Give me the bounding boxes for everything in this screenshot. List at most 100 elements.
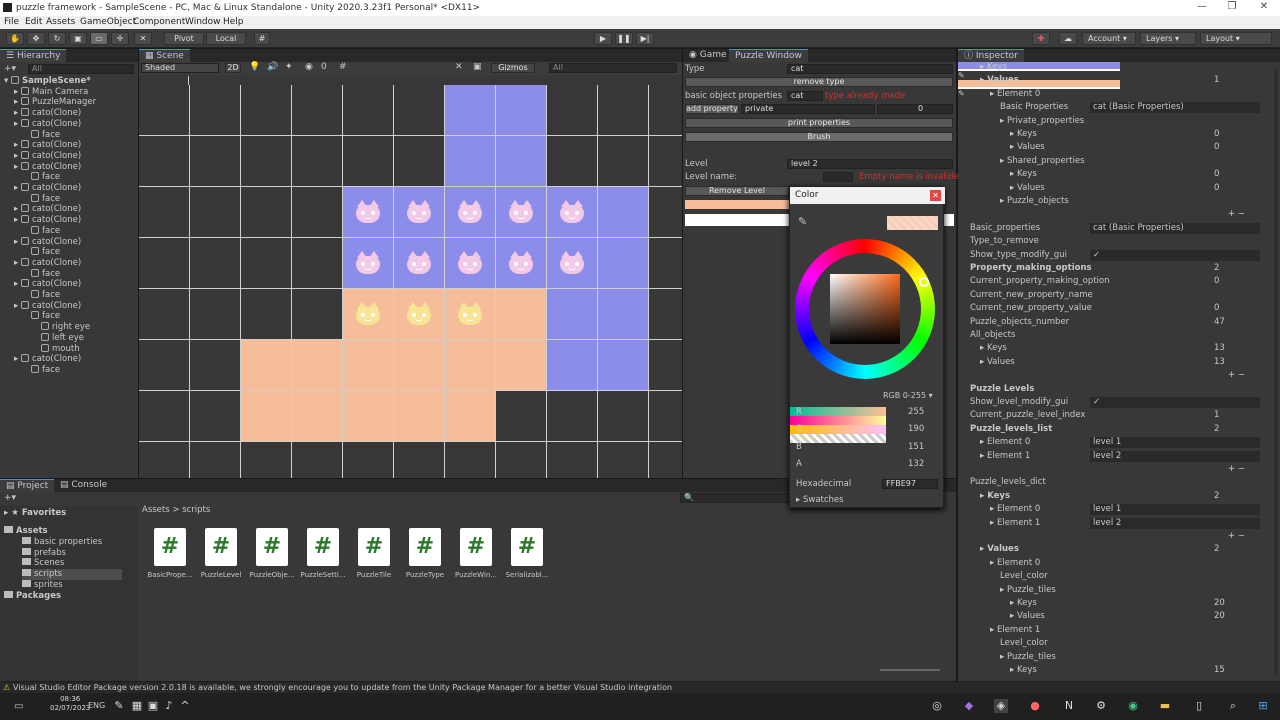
list-add-remove-buttons[interactable]: + −: [1228, 209, 1245, 220]
grid-tile[interactable]: [292, 442, 343, 478]
grid-tile[interactable]: [190, 136, 241, 187]
inspector-field-value[interactable]: 2: [1214, 424, 1219, 435]
grid-tile[interactable]: [445, 340, 496, 391]
foldout-arrow-icon[interactable]: ▸: [1000, 652, 1007, 662]
channel-slider[interactable]: [790, 407, 886, 416]
grid-tile[interactable]: [598, 391, 649, 442]
swatches-foldout[interactable]: ▸ Swatches: [796, 495, 844, 506]
expand-arrow-icon[interactable]: ▸: [14, 108, 21, 119]
maximize-icon[interactable]: ❐: [1218, 1, 1246, 15]
cat-sprite[interactable]: [356, 302, 380, 325]
inspector-field-value[interactable]: cat (Basic Properties): [1090, 102, 1260, 114]
expand-arrow-icon[interactable]: ▸: [14, 97, 21, 108]
hierarchy-item[interactable]: ▸ cato(Clone): [14, 279, 81, 290]
grid-tile[interactable]: [496, 391, 547, 442]
hierarchy-item[interactable]: ▸ PuzzleManager: [14, 97, 96, 108]
grid-tile[interactable]: [598, 340, 649, 391]
foldout-arrow-icon[interactable]: ▸: [990, 89, 997, 99]
layers-dropdown[interactable]: Layers ▾: [1140, 32, 1196, 45]
foldout-arrow-icon[interactable]: ▸: [1000, 116, 1007, 126]
collab-icon[interactable]: ✚: [1032, 32, 1050, 45]
inspector-field-value[interactable]: 1: [1214, 410, 1219, 421]
hierarchy-item[interactable]: ▾ SampleScene*: [4, 76, 91, 87]
grid-tile[interactable]: [139, 340, 190, 391]
grid-tile[interactable]: [394, 391, 445, 442]
hierarchy-item[interactable]: face: [24, 247, 60, 258]
color-picker-close-icon[interactable]: ✕: [930, 190, 941, 201]
scene-viewport[interactable]: [139, 76, 682, 478]
hierarchy-item[interactable]: mouth: [34, 343, 80, 355]
grid-tile[interactable]: [343, 340, 394, 391]
grid-tile[interactable]: [241, 391, 292, 442]
shading-mode-dropdown[interactable]: Shaded: [141, 63, 219, 73]
transform-tool-icon[interactable]: ✛: [111, 32, 129, 45]
grid-tile[interactable]: [445, 391, 496, 442]
script-asset[interactable]: # PuzzleSetti...: [300, 528, 346, 579]
grid-tile[interactable]: [547, 289, 598, 340]
cat-sprite[interactable]: [458, 251, 482, 274]
close-icon[interactable]: ✕: [1250, 1, 1278, 15]
basic-props-field[interactable]: cat: [787, 91, 823, 101]
local-toggle[interactable]: Local: [206, 32, 246, 45]
inspector-field-value[interactable]: 0: [1214, 183, 1219, 194]
audio-icon[interactable]: 🔊: [267, 62, 278, 72]
status-message[interactable]: Visual Studio Editor Package version 2.0…: [13, 683, 672, 692]
play-button[interactable]: ▶: [594, 32, 612, 45]
tab-puzzle-window[interactable]: Puzzle Window: [729, 49, 808, 62]
foldout-arrow-icon[interactable]: ▸: [1010, 611, 1017, 621]
expand-arrow-icon[interactable]: ▸: [14, 140, 21, 151]
level-dropdown[interactable]: level 2: [787, 159, 953, 169]
grid-tile[interactable]: [394, 136, 445, 187]
inspector-field-value[interactable]: 0: [1214, 276, 1219, 287]
hierarchy-item[interactable]: ▸ cato(Clone): [14, 161, 81, 173]
expand-arrow-icon[interactable]: ▸: [14, 204, 21, 215]
type-dropdown[interactable]: cat: [787, 64, 953, 74]
hierarchy-item[interactable]: ▸ Main Camera: [14, 86, 88, 98]
grid-tile[interactable]: [547, 391, 598, 442]
cat-sprite[interactable]: [458, 302, 482, 325]
cat-sprite[interactable]: [356, 200, 380, 223]
grid-tile[interactable]: [598, 442, 649, 478]
inspector-field-value[interactable]: 13: [1214, 357, 1225, 368]
tab-game[interactable]: ◉ Game: [683, 49, 733, 62]
hierarchy-item[interactable]: ▸ cato(Clone): [14, 236, 81, 248]
foldout-arrow-icon[interactable]: ▸: [1000, 196, 1007, 206]
grid-tile[interactable]: [496, 442, 547, 478]
grid-tile[interactable]: [598, 289, 649, 340]
grid-tile[interactable]: [496, 136, 547, 187]
grid-tile[interactable]: [598, 136, 649, 187]
grid-tile[interactable]: [241, 187, 292, 238]
hierarchy-item[interactable]: ▸ cato(Clone): [14, 257, 81, 269]
grid-tile[interactable]: [343, 136, 394, 187]
show-hidden-icon[interactable]: ^: [178, 699, 192, 713]
grid-tile[interactable]: [241, 85, 292, 136]
grid-tile[interactable]: [598, 238, 649, 289]
network-icon[interactable]: ▦: [130, 699, 144, 713]
grid-tile[interactable]: [241, 442, 292, 478]
expand-arrow-icon[interactable]: ▸: [14, 237, 21, 248]
unity-icon[interactable]: ◈: [994, 699, 1008, 713]
inspector-field-value[interactable]: 0: [1214, 169, 1219, 180]
cat-sprite[interactable]: [560, 200, 584, 223]
expand-arrow-icon[interactable]: ▸: [14, 301, 21, 312]
channel-value[interactable]: 255: [908, 407, 924, 418]
script-asset[interactable]: # PuzzleWin...: [453, 528, 499, 579]
inspector-field-value[interactable]: 13: [1214, 343, 1225, 354]
grid-tile[interactable]: [139, 187, 190, 238]
lighting-icon[interactable]: 💡: [249, 62, 260, 72]
channel-slider[interactable]: [790, 425, 886, 434]
foldout-arrow-icon[interactable]: ▸: [1010, 142, 1017, 152]
hierarchy-item[interactable]: left eye: [34, 332, 84, 344]
start-icon[interactable]: ⊞: [1256, 699, 1270, 713]
inspector-field-value[interactable]: 15: [1214, 665, 1225, 676]
grid-tile[interactable]: [190, 187, 241, 238]
meet-icon[interactable]: ▣: [146, 699, 160, 713]
foldout-arrow-icon[interactable]: ▸: [1010, 665, 1017, 675]
channel-value[interactable]: 151: [908, 442, 924, 453]
grid-tile[interactable]: [190, 289, 241, 340]
grid-tile[interactable]: [394, 85, 445, 136]
add-property-button[interactable]: add property: [685, 104, 739, 114]
inspector-field-value[interactable]: 47: [1214, 317, 1225, 328]
expand-arrow-icon[interactable]: ▸: [14, 119, 21, 130]
grid-icon[interactable]: #: [339, 62, 347, 72]
